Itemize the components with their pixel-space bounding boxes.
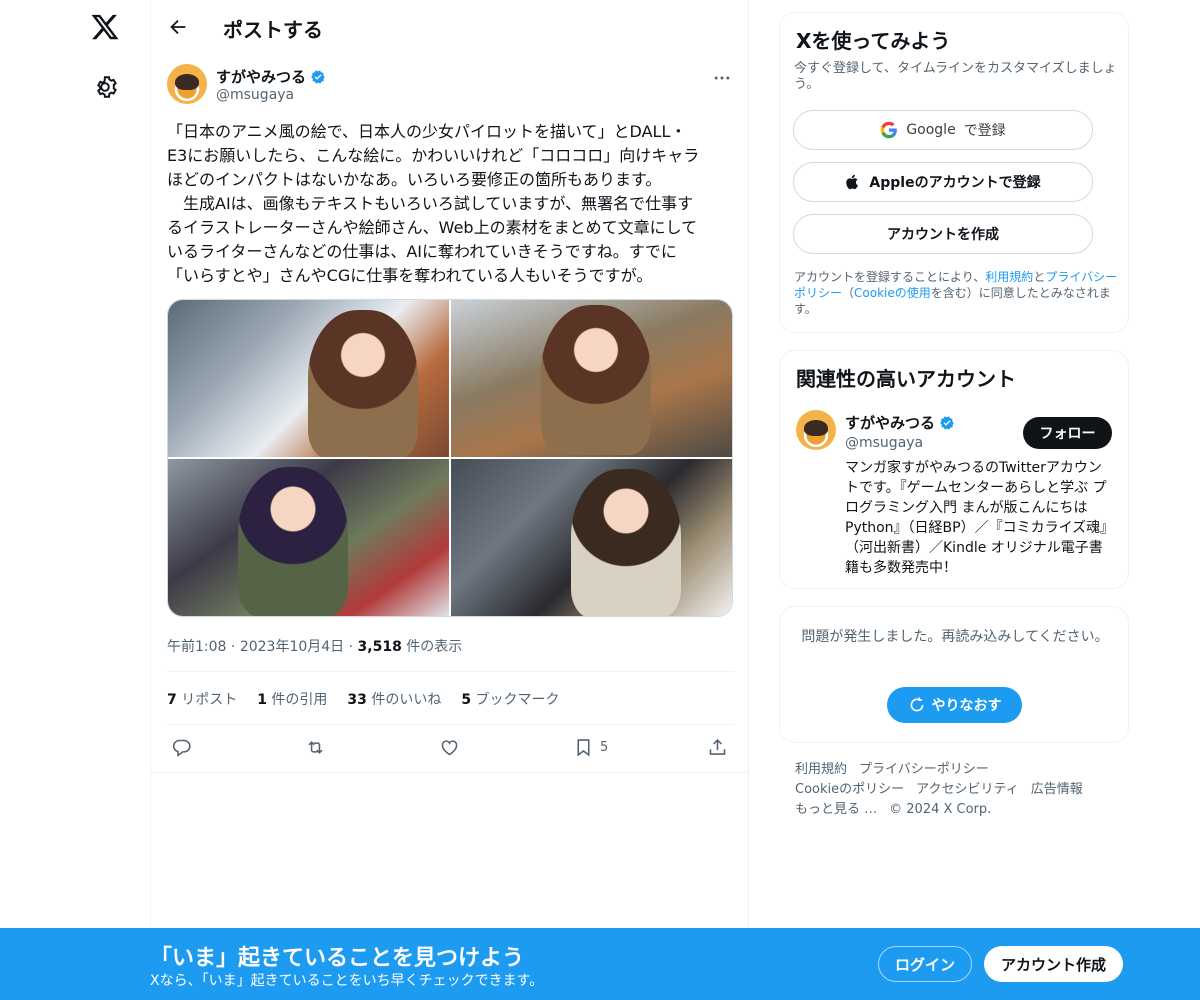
share-button[interactable]: [707, 735, 728, 759]
related-name-row[interactable]: すがやみつる: [845, 412, 955, 433]
related-card-title: 関連性の高いアカウント: [796, 367, 1016, 391]
cookie-link[interactable]: Cookieの使用: [854, 286, 931, 300]
divider: [167, 724, 734, 725]
tweet-actions: 5: [167, 735, 737, 763]
divider: [167, 671, 734, 672]
author-name-row[interactable]: すがやみつる: [216, 66, 326, 87]
refresh-icon: [910, 697, 923, 712]
tweet-stats: 7 リポスト 1 件の引用 33 件のいいね 5 ブックマーク: [167, 689, 560, 709]
signup-subtitle: 今すぐ登録して、タイムラインをカスタマイズしましょう。: [794, 61, 1117, 92]
views-count: 3,518: [357, 639, 402, 655]
tweet-author: すがやみつる @msugaya: [167, 64, 737, 108]
bookmark-button[interactable]: 5: [573, 735, 608, 759]
bookmarks-stat[interactable]: 5 ブックマーク: [461, 689, 559, 709]
more-options-icon[interactable]: [712, 68, 732, 88]
footer-cookie-link[interactable]: Cookieのポリシー: [795, 782, 904, 797]
terms-and: と: [1033, 270, 1046, 284]
signup-banner: 「いま」起きていることを見つけよう Xなら、「いま」起きていることをいち早くチェ…: [0, 928, 1200, 1000]
create-account-label: アカウントを作成: [887, 227, 999, 243]
footer-terms-link[interactable]: 利用規約: [795, 762, 847, 777]
gear-icon[interactable]: [92, 74, 118, 100]
left-nav: [0, 0, 150, 1000]
bookmark-icon: [577, 738, 590, 757]
media-image-4[interactable]: [451, 459, 732, 616]
signup-card-title: Xを使ってみよう: [796, 29, 951, 53]
terms-link[interactable]: 利用規約: [985, 270, 1033, 284]
terms-paren: （: [842, 286, 855, 300]
views-label: 件の表示: [406, 639, 463, 655]
banner-signup-button[interactable]: アカウント作成: [984, 946, 1123, 982]
author-name[interactable]: すがやみつる: [216, 68, 306, 86]
media-image-2[interactable]: [451, 300, 732, 457]
page-title: ポストする: [223, 18, 323, 42]
terms-notice: アカウントを登録することにより、利用規約とプライバシーポリシー（Cookieの使…: [794, 269, 1124, 317]
create-account-button[interactable]: アカウントを作成: [793, 214, 1093, 254]
related-avatar[interactable]: [796, 410, 836, 450]
verified-badge-icon: [311, 70, 325, 84]
verified-badge-icon: [940, 416, 954, 430]
footer-privacy-link[interactable]: プライバシーポリシー: [859, 762, 989, 777]
tweet-date[interactable]: 2023年10月4日: [240, 639, 344, 655]
error-card: 問題が発生しました。再読み込みしてください。 やりなおす: [779, 606, 1129, 743]
footer-ads-link[interactable]: 広告情報: [1031, 782, 1083, 797]
share-icon: [709, 738, 726, 755]
related-bio: マンガ家すがやみつるのTwitterアカウントです。『ゲームセンターあらしと学ぶ…: [845, 460, 1115, 576]
apple-signup-label: Appleのアカウントで登録: [869, 175, 1041, 191]
related-accounts-card: 関連性の高いアカウント すがやみつる @msugaya フォロー マンガ家すがや…: [779, 350, 1129, 589]
reply-button[interactable]: [171, 735, 192, 759]
error-message: 問題が発生しました。再読み込みしてください。: [801, 629, 1109, 645]
meta-separator: ·: [348, 639, 358, 655]
reposts-stat[interactable]: 7 リポスト: [167, 689, 237, 709]
google-signup-label: で登録: [963, 123, 1006, 139]
author-handle[interactable]: @msugaya: [216, 87, 294, 103]
x-logo-icon[interactable]: [90, 12, 120, 42]
terms-prefix: アカウントを登録することにより、: [794, 270, 986, 284]
footer-copyright: © 2024 X Corp.: [889, 802, 992, 817]
divider: [151, 772, 749, 773]
back-arrow-icon[interactable]: [167, 16, 189, 38]
likes-stat[interactable]: 33 件のいいね: [347, 689, 441, 709]
repost-button[interactable]: [305, 735, 326, 759]
related-name[interactable]: すがやみつる: [845, 414, 935, 432]
heart-icon: [441, 739, 458, 755]
repost-icon: [308, 740, 323, 754]
tweet-meta: 午前1:08 · 2023年10月4日 · 3,518 件の表示: [167, 636, 462, 656]
quotes-stat[interactable]: 1 件の引用: [257, 689, 327, 709]
login-button[interactable]: ログイン: [878, 946, 972, 982]
apple-icon: [846, 174, 859, 190]
banner-subtitle: Xなら、「いま」起きていることをいち早くチェックできます。: [150, 973, 544, 989]
tweet-time[interactable]: 午前1:08: [167, 639, 226, 655]
related-handle[interactable]: @msugaya: [845, 435, 923, 451]
bookmark-count: 5: [600, 739, 609, 755]
media-image-1[interactable]: [168, 300, 449, 457]
apple-signup-button[interactable]: Appleのアカウントで登録: [793, 162, 1093, 202]
follow-button[interactable]: フォロー: [1023, 417, 1112, 449]
main-column: ポストする すがやみつる @msugaya 「日本のアニメ風の絵で、日本人の少女…: [150, 0, 749, 1000]
media-grid: [167, 299, 733, 617]
media-image-3[interactable]: [168, 459, 449, 616]
google-signup-button[interactable]: Google で登録: [793, 110, 1093, 150]
meta-separator: ·: [230, 639, 240, 655]
google-icon: [881, 121, 898, 139]
retry-button[interactable]: やりなおす: [887, 687, 1022, 723]
avatar[interactable]: [167, 64, 207, 104]
retry-label: やりなおす: [931, 698, 1002, 714]
footer-links: 利用規約 プライバシーポリシー Cookieのポリシー アクセシビリティ 広告情報 も…: [795, 760, 1115, 820]
footer-more-link[interactable]: もっと見る …: [795, 802, 877, 817]
tweet-text: 「日本のアニメ風の絵で、日本人の少女パイロットを描いて」とDALL・ E3にお願…: [167, 122, 700, 285]
signup-card: Xを使ってみよう 今すぐ登録して、タイムラインをカスタマイズしましょう。 Goo…: [779, 12, 1129, 333]
footer-accessibility-link[interactable]: アクセシビリティ: [916, 782, 1019, 797]
page-header: ポストする: [151, 0, 749, 53]
banner-title: 「いま」起きていることを見つけよう: [150, 946, 525, 971]
like-button[interactable]: [439, 735, 460, 759]
reply-icon: [172, 739, 191, 757]
google-signup-brand: Google: [906, 122, 956, 138]
